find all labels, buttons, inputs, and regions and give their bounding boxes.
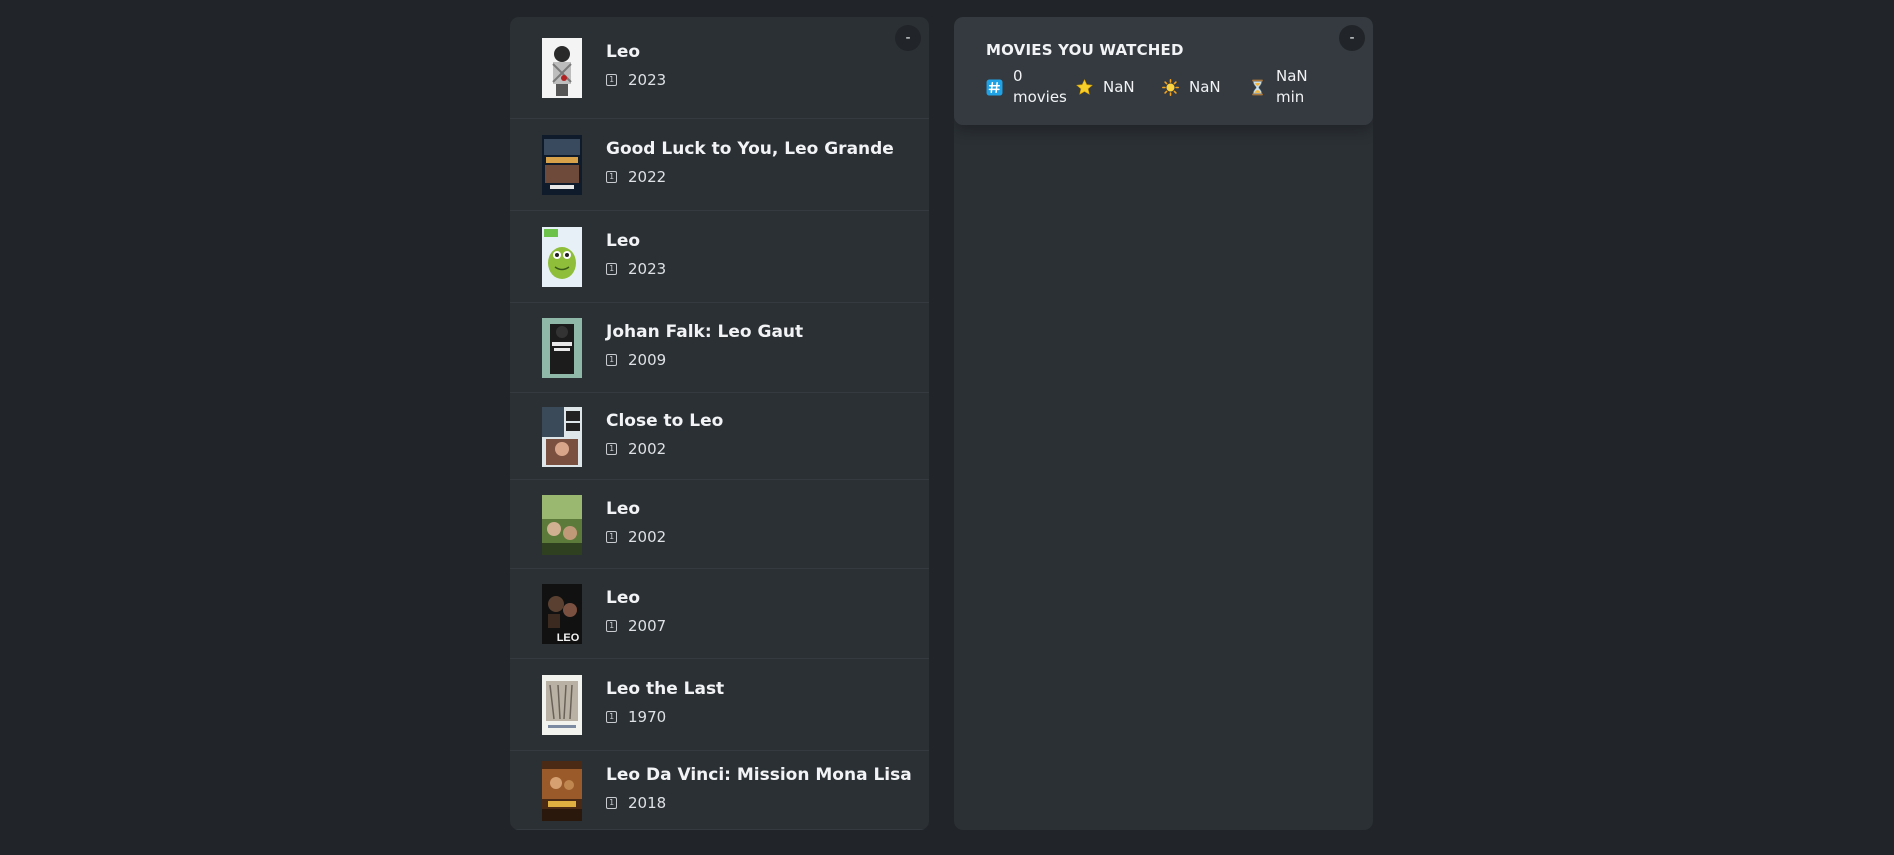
movie-poster <box>542 227 582 287</box>
movie-title: Leo Da Vinci: Mission Mona Lisa <box>606 765 912 785</box>
movie-poster: LEO <box>542 584 582 644</box>
poster-close-to-leo <box>542 407 582 467</box>
movie-title: Johan Falk: Leo Gaut <box>606 322 804 342</box>
movie-poster <box>542 675 582 735</box>
calendar-icon: 1 <box>606 74 617 86</box>
star-icon <box>1076 78 1093 95</box>
movie-poster <box>542 135 582 195</box>
movie-year-row: 1 2009 <box>606 351 803 369</box>
poster-johan-falk <box>542 318 582 378</box>
movie-year: 1970 <box>628 708 667 726</box>
movie-title: Leo the Last <box>606 679 725 699</box>
movie-list-item[interactable]: Close to Leo 1 2002 <box>510 393 929 480</box>
poster-leo-2002 <box>542 495 582 555</box>
imdb-rating-value: NaN <box>1103 77 1135 96</box>
svg-text:LEO: LEO <box>557 632 580 644</box>
movie-info: Leo 1 2023 <box>606 231 666 278</box>
movie-title: Leo <box>606 231 641 251</box>
user-rating-value: NaN <box>1189 77 1221 96</box>
calendar-icon: 1 <box>606 443 617 455</box>
calendar-icon: 1 <box>606 620 617 632</box>
count-number: 0 <box>1013 67 1023 85</box>
movie-info: Leo Da Vinci: Mission Mona Lisa 1 2018 <box>606 765 912 812</box>
poster-good-luck-leo-grande <box>542 135 582 195</box>
movie-year-row: 1 2018 <box>606 794 912 812</box>
movie-title: Leo <box>606 499 641 519</box>
poster-leo-2007: LEO <box>542 584 582 644</box>
movie-poster <box>542 38 582 98</box>
movie-year: 2023 <box>628 260 667 278</box>
calendar-icon: 1 <box>606 531 617 543</box>
movie-year-row: 1 2023 <box>606 71 666 89</box>
movie-title: Leo <box>606 588 641 608</box>
movie-list-box: - Leo 1 2023 Good Luck to You, Leo Grande 1 2… <box>510 17 929 830</box>
calendar-icon: 1 <box>606 171 617 183</box>
stat-runtime: NaN min <box>1249 66 1329 108</box>
collapse-watched-button[interactable]: - <box>1339 25 1365 51</box>
movie-list-item[interactable]: Johan Falk: Leo Gaut 1 2009 <box>510 303 929 393</box>
movie-info: Leo the Last 1 1970 <box>606 679 724 726</box>
movie-year-row: 1 2002 <box>606 440 723 458</box>
movie-list-item[interactable]: Leo 1 2023 <box>510 211 929 303</box>
movie-info: Leo 1 2023 <box>606 42 666 89</box>
movie-year-row: 1 2022 <box>606 168 894 186</box>
movie-year: 2002 <box>628 440 667 458</box>
hash-icon <box>986 79 1003 95</box>
calendar-icon: 1 <box>606 263 617 275</box>
movie-list-item[interactable]: Leo the Last 1 1970 <box>510 659 929 751</box>
sun-icon <box>1162 78 1179 96</box>
movie-poster <box>542 318 582 378</box>
movie-info: Close to Leo 1 2002 <box>606 411 723 458</box>
movie-year-row: 1 2023 <box>606 260 666 278</box>
movie-poster <box>542 407 582 467</box>
movie-list-item[interactable]: Leo Da Vinci: Mission Mona Lisa 1 2018 <box>510 751 929 830</box>
movie-poster <box>542 495 582 555</box>
movie-info: Johan Falk: Leo Gaut 1 2009 <box>606 322 803 369</box>
movie-info: Leo 1 2002 <box>606 499 666 546</box>
runtime-value: NaN <box>1276 67 1308 85</box>
poster-leo-the-last <box>542 675 582 735</box>
movie-year: 2002 <box>628 528 667 546</box>
hourglass-icon <box>1252 79 1263 95</box>
calendar-icon: 1 <box>606 711 617 723</box>
movie-list-item[interactable]: LEO Leo 1 2007 <box>510 569 929 659</box>
summary-heading: MOVIES YOU WATCHED <box>986 41 1184 59</box>
movie-list-item[interactable]: Good Luck to You, Leo Grande 1 2022 <box>510 119 929 211</box>
movie-year-row: 1 1970 <box>606 708 724 726</box>
movie-year: 2022 <box>628 168 667 186</box>
movie-year: 2023 <box>628 71 667 89</box>
movie-year-row: 1 2002 <box>606 528 666 546</box>
watched-box: - MOVIES YOU WATCHED 0 movies NaN NaN Na… <box>954 17 1373 830</box>
stat-user-rating: NaN <box>1162 77 1249 98</box>
runtime-unit: min <box>1276 88 1305 106</box>
movie-title: Close to Leo <box>606 411 724 431</box>
watched-summary: MOVIES YOU WATCHED 0 movies NaN NaN NaN … <box>954 17 1373 125</box>
movie-info: Good Luck to You, Leo Grande 1 2022 <box>606 139 894 186</box>
movie-year: 2018 <box>628 794 667 812</box>
movie-info: Leo 1 2007 <box>606 588 666 635</box>
movie-list: Leo 1 2023 Good Luck to You, Leo Grande 1 202… <box>510 17 929 830</box>
movie-year: 2009 <box>628 351 667 369</box>
calendar-icon: 1 <box>606 797 617 809</box>
movie-title: Good Luck to You, Leo Grande <box>606 139 894 159</box>
app-root: - Leo 1 2023 Good Luck to You, Leo Grande 1 2… <box>0 0 1894 855</box>
poster-leo-2023-a <box>542 38 582 98</box>
poster-leo-2023-b <box>542 227 582 287</box>
stat-movie-count: 0 movies <box>986 66 1076 108</box>
count-text: 0 movies <box>1013 66 1067 108</box>
movie-list-item[interactable]: Leo 1 2002 <box>510 480 929 569</box>
collapse-list-button[interactable]: - <box>895 25 921 51</box>
poster-leo-da-vinci <box>542 761 582 821</box>
movie-year-row: 1 2007 <box>606 617 666 635</box>
movie-title: Leo <box>606 42 641 62</box>
stat-imdb-rating: NaN <box>1076 77 1162 98</box>
movie-list-item[interactable]: Leo 1 2023 <box>510 17 929 119</box>
movie-year: 2007 <box>628 617 667 635</box>
runtime-text: NaN min <box>1276 66 1308 108</box>
count-unit: movies <box>1013 88 1067 106</box>
movie-poster <box>542 761 582 821</box>
calendar-icon: 1 <box>606 354 617 366</box>
summary-stats: 0 movies NaN NaN NaN min <box>986 66 1373 108</box>
